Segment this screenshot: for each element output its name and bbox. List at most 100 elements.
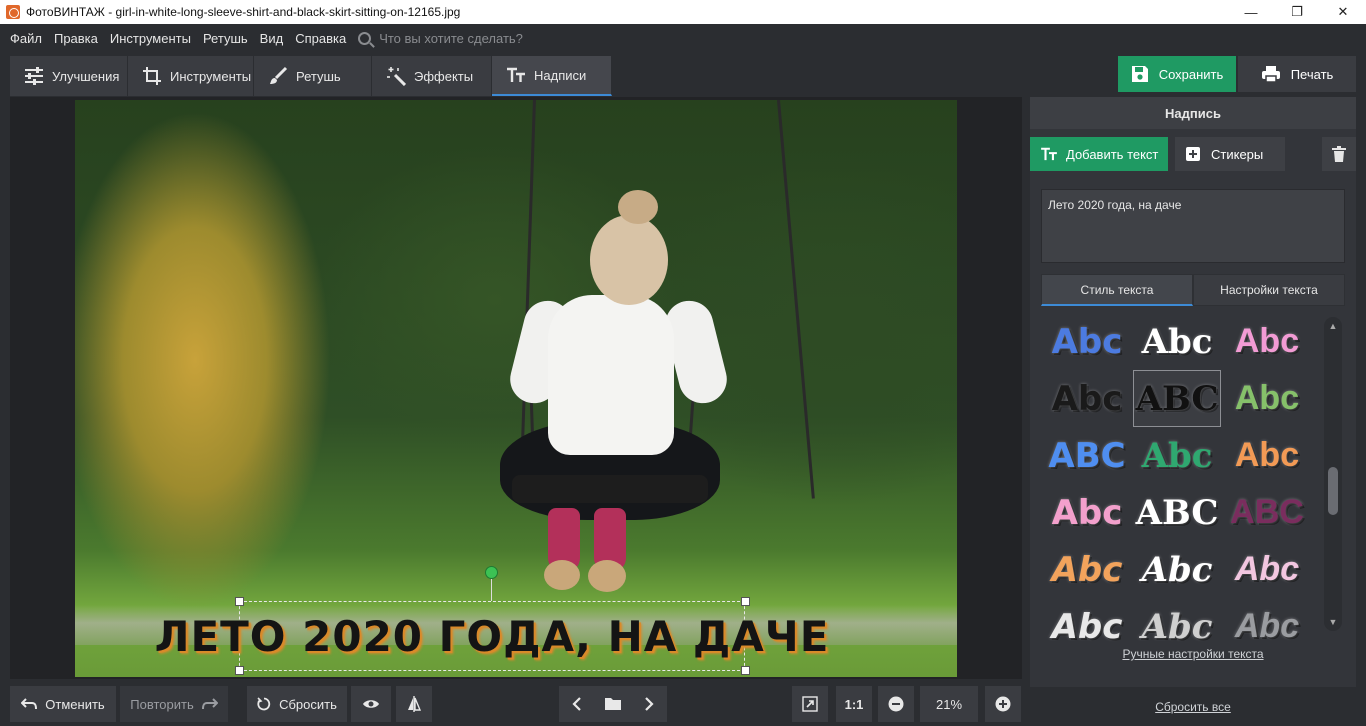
rotate-handle[interactable]: [485, 566, 498, 579]
tab-label: Инструменты: [170, 68, 252, 84]
trash-icon: [1332, 146, 1346, 162]
text-style-preset[interactable]: ABC: [1133, 484, 1221, 541]
tab-label: Ретушь: [296, 68, 341, 84]
text-style-preset[interactable]: ABC: [1133, 370, 1221, 427]
menu-tools[interactable]: Инструменты: [104, 31, 197, 46]
crop-icon: [142, 66, 162, 86]
text-style-preset[interactable]: Abc: [1043, 598, 1131, 644]
text-style-sample: Abc: [1141, 321, 1213, 362]
text-style-sample: Abc: [1141, 549, 1213, 590]
caption-panel: Надпись Добавить текст Стикеры Стиль тек…: [1030, 97, 1356, 687]
caption-text[interactable]: ЛЕТО 2020 ГОДА, НА ДАЧЕ: [155, 604, 829, 668]
text-style-preset[interactable]: ABC: [1223, 484, 1311, 541]
next-image-button[interactable]: [631, 686, 667, 722]
tab-text-style[interactable]: Стиль текста: [1041, 274, 1193, 306]
text-style-preset[interactable]: Abc: [1223, 541, 1311, 598]
caption-text-input[interactable]: [1041, 189, 1345, 263]
text-style-sample: ABC: [1048, 435, 1126, 476]
zoom-out-button[interactable]: [878, 686, 914, 722]
text-style-sample: Abc: [1051, 492, 1123, 533]
tab-tools[interactable]: Инструменты: [128, 56, 254, 96]
resize-handle-top-left[interactable]: [235, 597, 244, 606]
text-style-sample: ABC: [1135, 378, 1219, 419]
previous-image-button[interactable]: [559, 686, 595, 722]
reset-button[interactable]: Сбросить: [247, 686, 347, 722]
menu-file[interactable]: Файл: [4, 31, 48, 46]
text-style-preset[interactable]: Abc: [1043, 370, 1131, 427]
styles-scrollbar[interactable]: ▲ ▼: [1324, 317, 1342, 631]
sliders-icon: [24, 66, 44, 86]
text-style-preset[interactable]: Abc: [1133, 427, 1221, 484]
reset-label: Сбросить: [279, 696, 337, 712]
menu-bar: Файл Правка Инструменты Ретушь Вид Справ…: [0, 24, 1366, 52]
close-button[interactable]: ✕: [1320, 0, 1366, 24]
text-style-sample: Abc: [1051, 549, 1123, 590]
reset-all-link[interactable]: Сбросить все: [1030, 700, 1356, 714]
resize-handle-bottom-right[interactable]: [741, 666, 750, 675]
printer-icon: [1261, 66, 1280, 83]
menu-retouch[interactable]: Ретушь: [197, 31, 254, 46]
zoom-out-icon: [888, 696, 904, 712]
tab-captions[interactable]: Надписи: [492, 56, 612, 96]
zoom-in-button[interactable]: [985, 686, 1021, 722]
command-search[interactable]: Что вы хотите сделать?: [358, 31, 523, 46]
menu-help[interactable]: Справка: [289, 31, 352, 46]
actual-size-button[interactable]: 1:1: [836, 686, 872, 722]
preview-button[interactable]: [351, 686, 391, 722]
menu-edit[interactable]: Правка: [48, 31, 104, 46]
tab-label: Эффекты: [414, 68, 474, 84]
text-style-preset[interactable]: Abc: [1223, 370, 1311, 427]
resize-handle-top-right[interactable]: [741, 597, 750, 606]
text-style-preset[interactable]: Abc: [1043, 541, 1131, 598]
restore-button[interactable]: ❐: [1274, 0, 1320, 24]
text-style-preset[interactable]: Abc: [1223, 427, 1311, 484]
text-style-preset[interactable]: Abc: [1043, 313, 1131, 370]
tab-text-settings[interactable]: Настройки текста: [1193, 274, 1345, 306]
swing-chain-right: [777, 100, 815, 499]
stickers-label: Стикеры: [1211, 146, 1264, 162]
open-folder-button[interactable]: [595, 686, 631, 722]
text-style-preset[interactable]: Abc: [1223, 313, 1311, 370]
left-sole: [544, 560, 580, 590]
save-label: Сохранить: [1158, 66, 1224, 82]
resize-handle-bottom-left[interactable]: [235, 666, 244, 675]
scroll-down-icon[interactable]: ▼: [1328, 617, 1338, 627]
text-style-sample: Abc: [1141, 606, 1213, 644]
print-button[interactable]: Печать: [1238, 56, 1356, 92]
text-style-preset[interactable]: Abc: [1133, 313, 1221, 370]
add-text-button[interactable]: Добавить текст: [1030, 137, 1168, 171]
swing-seat: [512, 475, 708, 503]
undo-button[interactable]: Отменить: [10, 686, 116, 722]
menu-view[interactable]: Вид: [254, 31, 290, 46]
redo-button[interactable]: Повторить: [120, 686, 228, 722]
text-style-preset[interactable]: Abc: [1133, 541, 1221, 598]
manual-text-settings-link[interactable]: Ручные настройки текста: [1030, 647, 1356, 661]
text-styles-grid: Abc Abc Abc Abc ABC Abc ABC Abc Abc Abc ABC ABC Abc A…: [1041, 313, 1345, 644]
delete-button[interactable]: [1322, 137, 1356, 171]
panel-title: Надпись: [1030, 97, 1356, 129]
save-disk-icon: [1131, 66, 1148, 82]
text-style-preset[interactable]: Abc: [1223, 598, 1311, 643]
eye-icon: [363, 700, 379, 708]
print-label: Печать: [1290, 66, 1334, 82]
save-button[interactable]: Сохранить: [1118, 56, 1236, 92]
tab-enhancements[interactable]: Улучшения: [10, 56, 128, 96]
compare-button[interactable]: [396, 686, 432, 722]
tab-retouch[interactable]: Ретушь: [254, 56, 372, 96]
scroll-up-icon[interactable]: ▲: [1328, 321, 1338, 331]
fit-to-screen-button[interactable]: [792, 686, 828, 722]
text-style-preset[interactable]: Abc: [1043, 484, 1131, 541]
minimize-button[interactable]: —: [1228, 0, 1274, 24]
text-style-sample: Abc: [1234, 322, 1300, 360]
text-style-sample: Abc: [1234, 550, 1300, 588]
stickers-button[interactable]: Стикеры: [1175, 137, 1285, 171]
tab-effects[interactable]: Эффекты: [372, 56, 492, 96]
redo-label: Повторить: [130, 696, 194, 712]
text-style-sample: ABC: [1135, 492, 1219, 533]
scroll-thumb[interactable]: [1328, 467, 1338, 515]
text-style-preset[interactable]: ABC: [1043, 427, 1131, 484]
tab-label: Улучшения: [52, 68, 120, 84]
window-title: ФотоВИНТАЖ - girl-in-white-long-sleeve-s…: [26, 5, 461, 19]
text-style-sample: Abc: [1234, 607, 1300, 643]
text-style-preset[interactable]: Abc: [1133, 598, 1221, 644]
